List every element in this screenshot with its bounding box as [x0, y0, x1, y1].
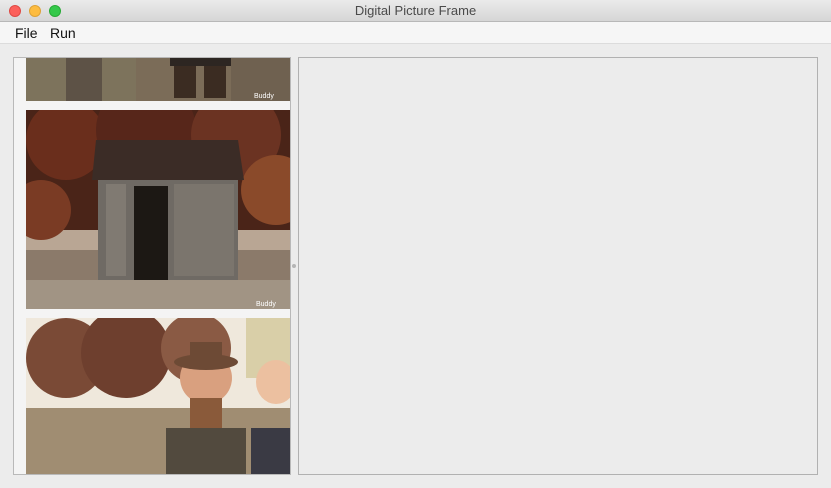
thumbnail-couple-portrait[interactable] — [26, 318, 290, 474]
splitter-handle[interactable] — [292, 264, 296, 268]
menu-bar: File Run — [0, 22, 831, 44]
thumbnail-stone-shed[interactable]: Buddy — [26, 110, 290, 309]
menu-run[interactable]: Run — [50, 22, 76, 44]
menu-file[interactable]: File — [15, 22, 38, 44]
watermark-text: Buddy — [254, 93, 274, 100]
picture-display-area — [298, 57, 818, 475]
watermark-text: Buddy — [256, 301, 276, 308]
thumbnail-boots[interactable]: Buddy — [26, 58, 290, 101]
thumbnail-list[interactable]: Buddy Buddy — [13, 57, 291, 475]
window-title: Digital Picture Frame — [354, 3, 477, 18]
title-bar: Digital Picture Frame — [0, 0, 831, 22]
